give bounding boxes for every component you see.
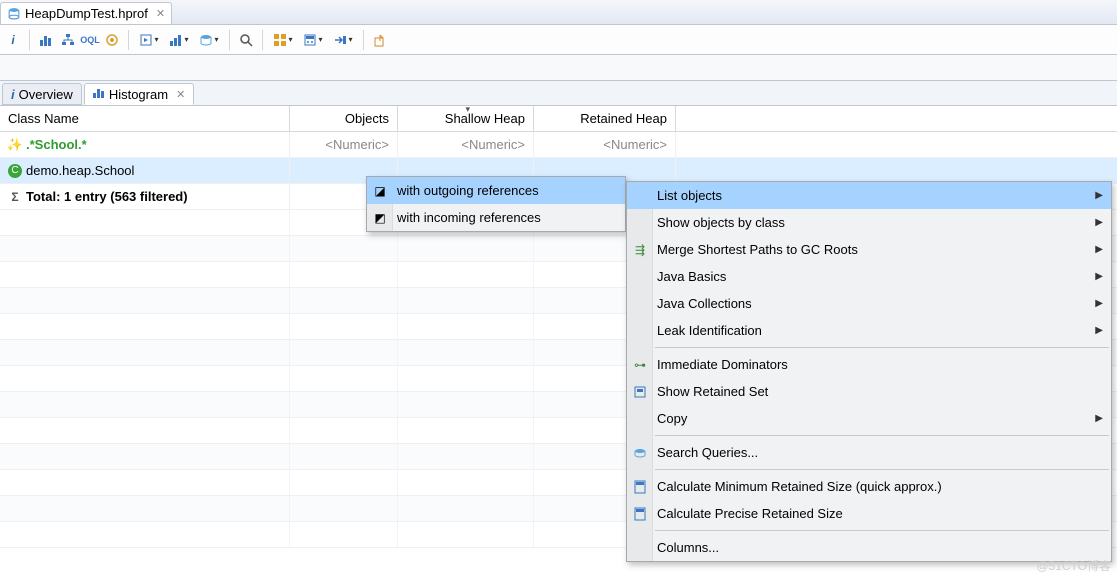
outgoing-icon: ◪ — [372, 183, 388, 199]
compare-dropdown[interactable]: ▾ — [330, 33, 356, 47]
toolbar: i OQL ▾ ▾ ▾ ▾ ▾ ▾ — [0, 25, 1117, 55]
merge-icon: ⇶ — [632, 242, 648, 258]
search-icon[interactable] — [237, 31, 255, 49]
col-shallow[interactable]: ▾Shallow Heap — [398, 106, 534, 131]
menu-item-merge-paths[interactable]: ⇶ Merge Shortest Paths to GC Roots▶ — [627, 236, 1111, 263]
menu-item-java-collections[interactable]: Java Collections▶ — [627, 290, 1111, 317]
col-objects[interactable]: Objects — [290, 106, 398, 131]
tab-histogram[interactable]: Histogram ✕ — [84, 83, 194, 105]
tab-label: Histogram — [109, 87, 168, 102]
filter-row[interactable]: ✨.*School.* <Numeric> <Numeric> <Numeric… — [0, 132, 1117, 158]
editor-tab[interactable]: HeapDumpTest.hprof ✕ — [0, 2, 172, 24]
calculator-icon — [632, 506, 648, 522]
regex-icon: ✨ — [8, 138, 22, 152]
info-icon[interactable]: i — [4, 31, 22, 49]
sigma-icon: Σ — [8, 190, 22, 204]
menu-item-show-by-class[interactable]: Show objects by class▶ — [627, 209, 1111, 236]
submenu-list-objects: ◪ with outgoing references ◩ with incomi… — [366, 176, 626, 232]
col-retained[interactable]: Retained Heap — [534, 106, 676, 131]
dominators-icon: ⊶ — [632, 357, 648, 373]
chevron-right-icon: ▶ — [1095, 190, 1103, 201]
editor-tab-title: HeapDumpTest.hprof — [25, 6, 148, 21]
menu-item-outgoing[interactable]: ◪ with outgoing references — [367, 177, 625, 204]
oql-icon[interactable]: OQL — [81, 31, 99, 49]
incoming-icon: ◩ — [372, 210, 388, 226]
histogram-icon — [93, 87, 105, 102]
search-queries-icon — [632, 445, 648, 461]
tab-overview[interactable]: i Overview — [2, 83, 82, 105]
table-header: Class Name Objects ▾Shallow Heap Retaine… — [0, 106, 1117, 132]
retained-icon — [632, 384, 648, 400]
db-dropdown[interactable]: ▾ — [196, 33, 222, 47]
chevron-right-icon: ▶ — [1095, 244, 1103, 255]
histogram-icon[interactable] — [37, 31, 55, 49]
menu-item-copy[interactable]: Copy▶ — [627, 405, 1111, 432]
chart-dropdown[interactable]: ▾ — [166, 33, 192, 47]
chevron-right-icon: ▶ — [1095, 413, 1103, 424]
context-menu: List objects▶ Show objects by class▶ ⇶ M… — [626, 181, 1112, 562]
tab-label: Overview — [19, 87, 73, 102]
menu-item-calc-precise[interactable]: Calculate Precise Retained Size — [627, 500, 1111, 527]
threads-icon[interactable] — [103, 31, 121, 49]
sort-indicator-icon: ▾ — [466, 104, 471, 115]
run-dropdown[interactable]: ▾ — [136, 33, 162, 47]
menu-item-calc-min[interactable]: Calculate Minimum Retained Size (quick a… — [627, 473, 1111, 500]
database-icon — [7, 7, 21, 21]
tree-icon[interactable] — [59, 31, 77, 49]
menu-item-list-objects[interactable]: List objects▶ — [627, 182, 1111, 209]
col-classname[interactable]: Class Name — [0, 106, 290, 131]
chevron-right-icon: ▶ — [1095, 271, 1103, 282]
calc-dropdown[interactable]: ▾ — [300, 33, 326, 47]
close-icon[interactable]: ✕ — [156, 7, 165, 20]
calculator-icon — [632, 479, 648, 495]
menu-item-incoming[interactable]: ◩ with incoming references — [367, 204, 625, 231]
group-dropdown[interactable]: ▾ — [270, 33, 296, 47]
menu-item-immediate-dominators[interactable]: ⊶ Immediate Dominators — [627, 351, 1111, 378]
close-icon[interactable]: ✕ — [176, 88, 185, 101]
class-icon: C — [8, 164, 22, 178]
menu-item-java-basics[interactable]: Java Basics▶ — [627, 263, 1111, 290]
menu-item-leak-id[interactable]: Leak Identification▶ — [627, 317, 1111, 344]
info-icon: i — [11, 87, 15, 102]
watermark: @51CTO博客 — [1036, 557, 1111, 574]
chevron-right-icon: ▶ — [1095, 325, 1103, 336]
chevron-right-icon: ▶ — [1095, 298, 1103, 309]
export-icon[interactable] — [371, 31, 389, 49]
menu-item-search-queries[interactable]: Search Queries... — [627, 439, 1111, 466]
chevron-right-icon: ▶ — [1095, 217, 1103, 228]
menu-item-show-retained[interactable]: Show Retained Set — [627, 378, 1111, 405]
